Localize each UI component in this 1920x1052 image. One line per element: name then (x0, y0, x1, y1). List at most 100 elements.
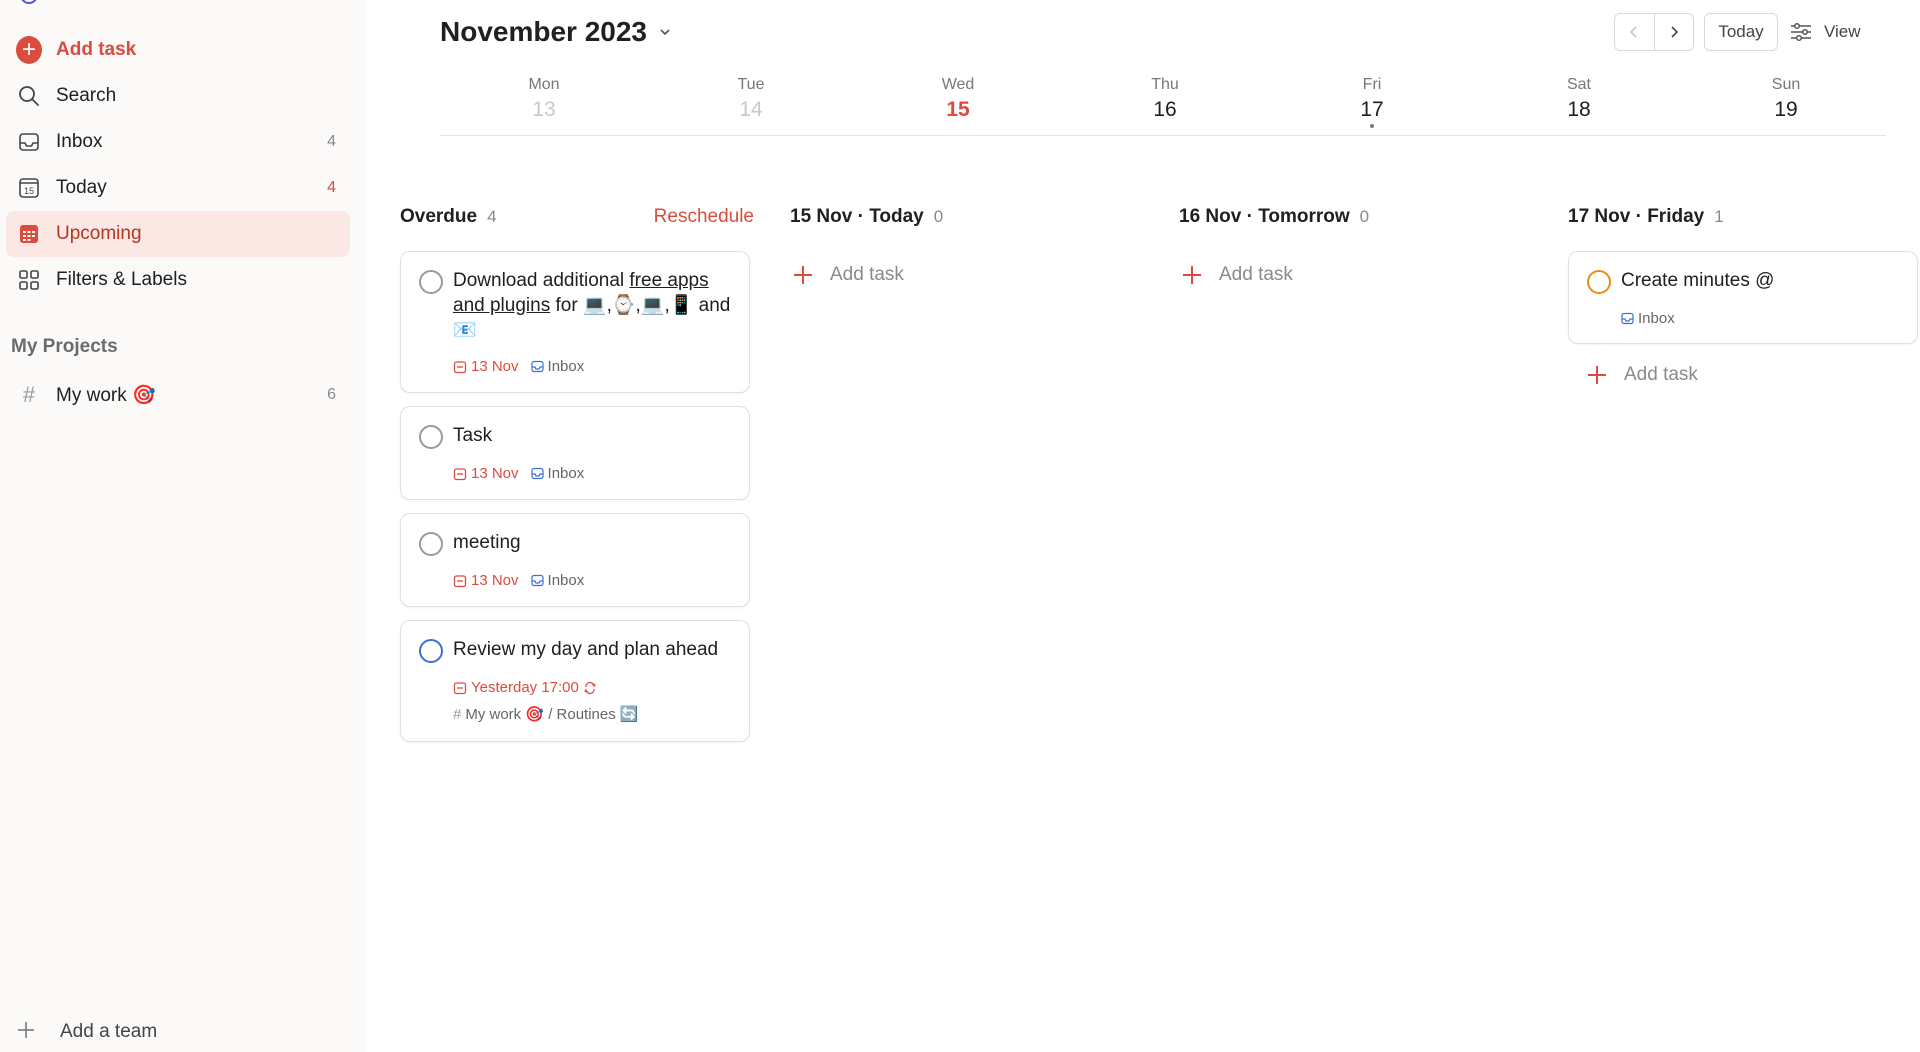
column-title: Overdue (400, 206, 478, 227)
month-picker[interactable]: November 2023 (440, 16, 671, 48)
day-date: 18 (1567, 98, 1591, 121)
due-date-text: 13 Nov (471, 572, 519, 589)
complete-checkbox[interactable] (419, 425, 443, 449)
sidebar: + Add task Search Inbox 4 15 Today 4 Upc… (0, 0, 366, 1052)
inbox-icon (530, 467, 544, 480)
complete-checkbox[interactable] (1587, 270, 1611, 294)
task-meta: # My work 🎯 / Routines 🔄 (453, 705, 639, 724)
day-wed[interactable]: Wed 15 (898, 76, 1018, 122)
inbox-icon (530, 360, 544, 373)
add-task-button[interactable]: Add task (790, 264, 1140, 286)
complete-checkbox[interactable] (419, 270, 443, 294)
project-label: My work 🎯 (56, 385, 156, 406)
day-sun[interactable]: Sun 19 (1726, 76, 1846, 122)
day-name: Thu (1151, 76, 1179, 93)
day-date: 16 (1153, 98, 1177, 121)
day-sat[interactable]: Sat 18 (1519, 76, 1639, 122)
add-team-label: Add a team (60, 1020, 158, 1042)
sidebar-item-my-work[interactable]: # My work 🎯 6 (6, 372, 350, 418)
add-task-label: Add task (1219, 264, 1293, 285)
sidebar-item-search[interactable]: Search (6, 73, 350, 119)
view-button[interactable]: View (1790, 13, 1861, 51)
inbox-icon (16, 129, 42, 155)
task-title: Download additional free apps and plugin… (453, 268, 733, 343)
calendar-icon (453, 574, 467, 587)
add-task-button[interactable]: Add task (1584, 364, 1698, 386)
project-tag: Inbox (1621, 310, 1675, 327)
day-fri[interactable]: Fri 17 (1312, 76, 1432, 128)
complete-checkbox[interactable] (419, 532, 443, 556)
sidebar-item-inbox[interactable]: Inbox 4 (6, 119, 350, 165)
svg-text:15: 15 (24, 186, 34, 196)
day-name: Sun (1771, 76, 1801, 93)
my-projects-header[interactable]: My Projects (11, 336, 118, 358)
reschedule-button[interactable]: Reschedule (654, 206, 754, 228)
due-date: 13 Nov (453, 572, 519, 589)
day-date: 14 (739, 98, 763, 121)
today-button[interactable]: Today (1704, 13, 1778, 51)
task-card[interactable]: meeting 13 Nov Inbox (400, 513, 750, 607)
inbox-icon (1621, 312, 1634, 325)
day-tue[interactable]: Tue 14 (691, 76, 811, 122)
task-meta: Inbox (1621, 310, 1675, 327)
chevron-left-icon (1630, 26, 1637, 38)
week-strip: Mon 13 Tue 14 Wed 15 Thu 16 Fri 17 Sat 1… (440, 76, 1886, 136)
today-count: 4 (327, 179, 336, 196)
calendar-icon (453, 360, 467, 373)
week-nav (1614, 13, 1694, 51)
column-title: 17 Nov · Friday (1568, 206, 1705, 227)
hash-icon: # (22, 382, 36, 407)
day-thu[interactable]: Thu 16 (1105, 76, 1225, 122)
project-tag: Inbox (530, 465, 585, 482)
task-card[interactable]: Review my day and plan ahead Yesterday 1… (400, 620, 750, 742)
view-label: View (1824, 22, 1861, 41)
add-team-button[interactable]: Add a team (16, 1016, 157, 1047)
task-meta: Yesterday 17:00 (453, 679, 597, 696)
add-task-button[interactable]: + Add task (6, 27, 350, 73)
task-meta: 13 Nov Inbox (453, 465, 584, 482)
column-count: 0 (933, 207, 944, 226)
task-title-text: Download additional (453, 270, 630, 291)
task-title: Review my day and plan ahead (453, 639, 719, 660)
sidebar-item-label: Upcoming (56, 223, 142, 244)
month-title: November 2023 (440, 16, 648, 47)
project-text: Inbox (547, 358, 585, 375)
next-week-button[interactable] (1653, 14, 1694, 50)
has-tasks-dot (1370, 124, 1374, 128)
avatar[interactable] (20, 0, 38, 4)
add-task-label: Add task (1624, 364, 1698, 385)
add-task-button[interactable]: Add task (1179, 264, 1529, 286)
day-date: 17 (1360, 98, 1384, 121)
sidebar-item-upcoming[interactable]: Upcoming (6, 211, 350, 257)
due-date: 13 Nov (453, 358, 519, 375)
column-header: 15 Nov · Today 0 (790, 206, 1140, 234)
due-date-text: 13 Nov (471, 465, 519, 482)
column-title: 15 Nov · Today (790, 206, 924, 227)
due-date: Yesterday 17:00 (453, 679, 597, 696)
due-date-text: 13 Nov (471, 358, 519, 375)
day-name: Wed (941, 76, 975, 93)
day-name: Mon (528, 76, 560, 93)
task-card[interactable]: Create minutes @ Inbox (1568, 251, 1918, 344)
chevron-down-icon (660, 29, 670, 36)
sidebar-item-filters-labels[interactable]: Filters & Labels (6, 257, 350, 303)
column-title: 16 Nov · Tomorrow (1179, 206, 1350, 227)
day-name: Fri (1362, 76, 1382, 93)
day-mon[interactable]: Mon 13 (484, 76, 604, 122)
day-date: 13 (532, 98, 556, 121)
sliders-icon (1791, 22, 1811, 42)
day-date: 15 (946, 98, 970, 121)
day-date: 19 (1774, 98, 1798, 121)
task-title: Task (453, 425, 493, 446)
sidebar-item-today[interactable]: 15 Today 4 (6, 165, 350, 211)
column-header: 17 Nov · Friday 1 (1568, 206, 1918, 234)
task-card[interactable]: Download additional free apps and plugin… (400, 251, 750, 393)
complete-checkbox[interactable] (419, 639, 443, 663)
overdue-column: Overdue 4 Reschedule Download additional… (400, 206, 754, 742)
due-date: 13 Nov (453, 465, 519, 482)
plus-icon (792, 264, 814, 286)
sidebar-item-label: Filters & Labels (56, 269, 187, 290)
previous-week-button[interactable] (1615, 14, 1654, 50)
task-card[interactable]: Task 13 Nov Inbox (400, 406, 750, 500)
project-text: Inbox (547, 465, 585, 482)
